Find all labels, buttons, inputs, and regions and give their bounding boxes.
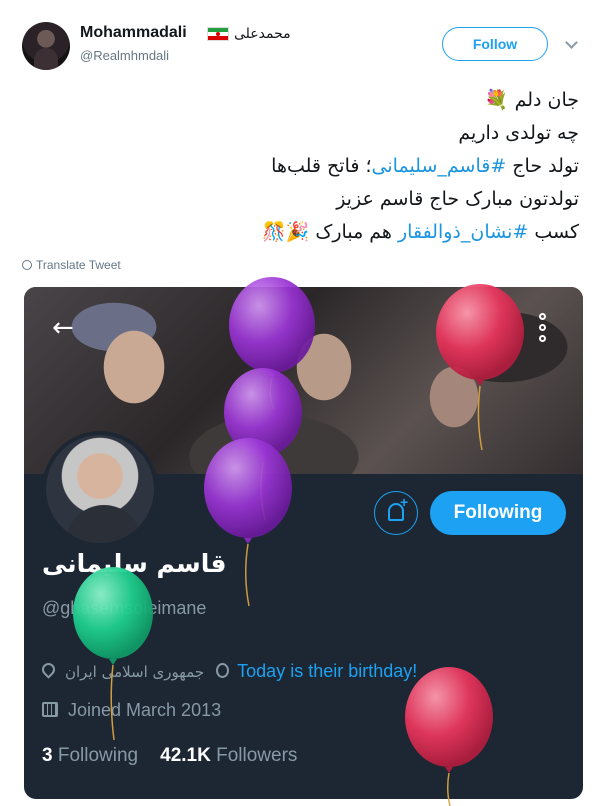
- calendar-icon: [42, 702, 58, 717]
- globe-icon: [22, 260, 32, 270]
- tweet-line-text: هم مبارک: [309, 221, 398, 243]
- bouquet-emoji-icon: 💐: [484, 89, 509, 111]
- balloon-icon: [216, 663, 230, 678]
- location-pin-icon: [39, 660, 58, 679]
- more-vertical-icon[interactable]: [539, 313, 549, 345]
- follow-button[interactable]: Follow: [442, 27, 548, 61]
- joined-date: Joined March 2013: [68, 700, 222, 720]
- party-emoji-icon: 🎉🎊: [262, 221, 310, 243]
- following-word[interactable]: Following: [58, 745, 138, 766]
- tweet-line: جان دلم 💐: [19, 84, 579, 117]
- birthday-text: Today is their birthday!: [237, 661, 418, 681]
- back-arrow-icon[interactable]: ←: [52, 315, 78, 341]
- tweet-line-text: ؛ فاتح قلب‌ها: [271, 155, 372, 177]
- translate-tweet-link[interactable]: Translate Tweet: [22, 258, 121, 272]
- author-name[interactable]: Mohammadali: [80, 24, 187, 42]
- profile-card-image[interactable]: ← + Following قاسم سلیمانی @ghasemsoleim…: [24, 287, 583, 799]
- chevron-down-icon[interactable]: [565, 36, 578, 49]
- followers-word[interactable]: Followers: [216, 745, 297, 766]
- author-handle[interactable]: @Realmhmdali: [80, 48, 169, 63]
- notify-button[interactable]: +: [374, 491, 418, 535]
- following-count[interactable]: 3: [42, 745, 53, 766]
- followers-count[interactable]: 42.1K: [160, 745, 211, 766]
- tweet-line: چه تولدی داریم: [19, 117, 579, 150]
- tweet-header: Mohammadali محمدعلی @Realmhmdali Follow: [22, 22, 588, 72]
- tweet-line: تولدتون مبارک حاج قاسم عزیز: [19, 183, 579, 216]
- profile-meta-row: جمهوری اسلامی ایران Today is their birthd…: [39, 660, 418, 682]
- flag-iran-icon: [207, 27, 229, 41]
- profile-handle: @ghasemsoleimane: [42, 598, 207, 618]
- tweet-line-text: چه تولدی داریم: [458, 122, 579, 144]
- stats-row: 3 Following 42.1K Followers: [42, 745, 297, 767]
- joined-row: Joined March 2013: [42, 700, 221, 721]
- following-button[interactable]: Following: [430, 491, 566, 535]
- profile-name: قاسم سلیمانی: [42, 549, 227, 578]
- tweet-line-text: جان دلم: [514, 89, 579, 111]
- hashtag-link[interactable]: #قاسم_سلیمانی: [372, 155, 507, 177]
- tweet-text: جان دلم 💐 چه تولدی داریم تولد حاج #قاسم_…: [19, 84, 579, 249]
- author-name-fa[interactable]: محمدعلی: [234, 26, 291, 42]
- profile-location: جمهوری اسلامی ایران: [65, 663, 205, 681]
- plus-glyph: +: [400, 494, 409, 510]
- tweet-line-text: کسب: [528, 221, 579, 243]
- tweet-line: تولد حاج #قاسم_سلیمانی؛ فاتح قلب‌ها: [19, 150, 579, 183]
- tweet-line-text: تولد حاج: [506, 155, 579, 177]
- translate-label[interactable]: Translate Tweet: [36, 258, 121, 272]
- avatar[interactable]: [22, 22, 70, 70]
- hashtag-link[interactable]: #نشان_ذوالفقار: [398, 221, 528, 243]
- profile-avatar: [42, 431, 158, 547]
- tweet-line: کسب #نشان_ذوالفقار هم مبارک 🎉🎊: [19, 216, 579, 249]
- tweet-line-text: تولدتون مبارک حاج قاسم عزیز: [336, 188, 579, 210]
